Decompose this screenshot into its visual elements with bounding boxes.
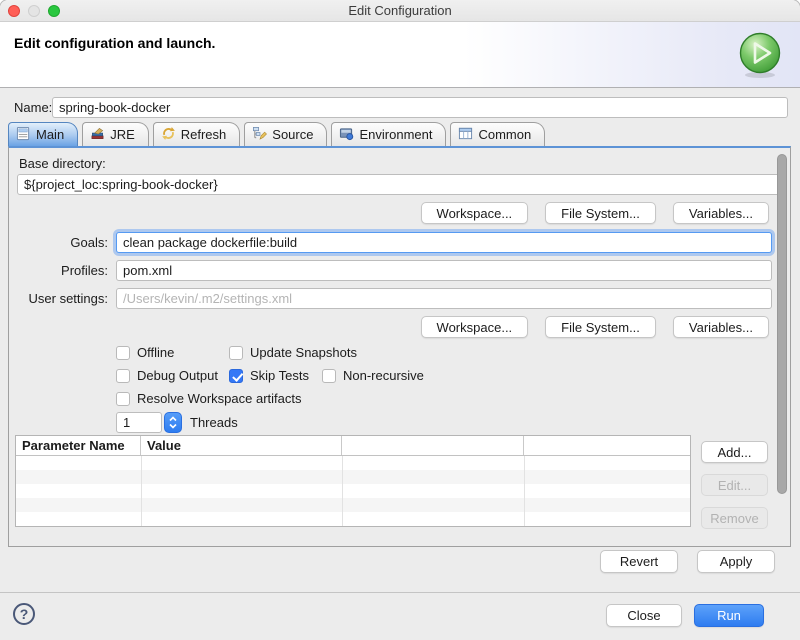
main-tab-panel: Base directory: Workspace... File System…: [8, 146, 791, 547]
close-button[interactable]: Close: [606, 604, 682, 627]
tab-bar: Main JRE Refresh Source Environment: [8, 122, 549, 146]
threads-label: Threads: [190, 415, 238, 430]
column-header-empty[interactable]: [342, 436, 524, 455]
workspace-button[interactable]: Workspace...: [421, 202, 529, 224]
checkbox-update-snapshots[interactable]: Update Snapshots: [229, 345, 357, 360]
apply-button[interactable]: Apply: [697, 550, 775, 573]
tab-common[interactable]: Common: [450, 122, 545, 146]
user-settings-label: User settings:: [9, 291, 108, 306]
parameter-table-body: [16, 456, 690, 526]
table-row[interactable]: [16, 470, 690, 484]
name-label: Name:: [14, 100, 52, 115]
user-settings-buttons: Workspace... File System... Variables...: [421, 316, 769, 338]
goals-input[interactable]: [116, 232, 772, 253]
user-settings-input[interactable]: [116, 288, 772, 309]
table-row[interactable]: [16, 456, 690, 470]
table-icon: [458, 126, 473, 144]
checkbox-icon: [116, 346, 130, 360]
window-title: Edit Configuration: [0, 3, 800, 18]
column-header-parameter-name[interactable]: Parameter Name: [16, 436, 141, 455]
parameter-table-header: Parameter Name Value: [16, 436, 690, 456]
name-input[interactable]: [52, 97, 788, 118]
tab-main[interactable]: Main: [8, 122, 78, 146]
source-icon: [252, 126, 267, 144]
tab-refresh-label: Refresh: [181, 127, 227, 142]
checkbox-debug-output[interactable]: Debug Output: [116, 368, 218, 383]
tab-environment[interactable]: Environment: [331, 122, 446, 146]
environment-icon: [339, 126, 354, 144]
refresh-icon: [161, 126, 176, 144]
library-icon: [90, 126, 105, 144]
add-button[interactable]: Add...: [701, 441, 768, 463]
checkbox-label: Resolve Workspace artifacts: [137, 391, 302, 406]
goals-label: Goals:: [9, 235, 108, 250]
table-row[interactable]: [16, 498, 690, 512]
checkbox-checked-icon: [229, 369, 243, 383]
parameter-table[interactable]: Parameter Name Value: [15, 435, 691, 527]
tab-main-label: Main: [36, 127, 64, 142]
checkbox-icon: [116, 392, 130, 406]
tab-source[interactable]: Source: [244, 122, 327, 146]
checkbox-label: Offline: [137, 345, 174, 360]
file-system-button[interactable]: File System...: [545, 202, 656, 224]
profiles-label: Profiles:: [9, 263, 108, 278]
tab-environment-label: Environment: [359, 127, 432, 142]
table-row[interactable]: [16, 512, 690, 526]
threads-input[interactable]: [116, 412, 162, 433]
edit-configuration-dialog: Edit Configuration Edit configuration an…: [0, 0, 800, 640]
form-icon: [16, 126, 31, 144]
footer-bar: ? Close Run: [0, 592, 800, 640]
remove-button[interactable]: Remove: [701, 507, 768, 529]
edit-button[interactable]: Edit...: [701, 474, 768, 496]
title-bar: Edit Configuration: [0, 0, 800, 22]
variables-button[interactable]: Variables...: [673, 316, 769, 338]
stepper-icon[interactable]: [164, 412, 182, 433]
checkbox-offline[interactable]: Offline: [116, 345, 174, 360]
tab-source-label: Source: [272, 127, 313, 142]
vertical-scrollbar[interactable]: [777, 154, 787, 494]
checkbox-icon: [229, 346, 243, 360]
checkbox-resolve-workspace-artifacts[interactable]: Resolve Workspace artifacts: [116, 391, 302, 406]
tab-jre-label: JRE: [110, 127, 135, 142]
checkbox-label: Non-recursive: [343, 368, 424, 383]
base-directory-label: Base directory:: [19, 156, 106, 171]
checkbox-label: Skip Tests: [250, 368, 309, 383]
run-configuration-icon: [736, 30, 784, 80]
revert-button[interactable]: Revert: [600, 550, 678, 573]
help-icon[interactable]: ?: [13, 603, 35, 625]
file-system-button[interactable]: File System...: [545, 316, 656, 338]
checkbox-non-recursive[interactable]: Non-recursive: [322, 368, 424, 383]
profiles-input[interactable]: [116, 260, 772, 281]
threads-spinner: [116, 412, 182, 433]
checkbox-icon: [116, 369, 130, 383]
variables-button[interactable]: Variables...: [673, 202, 769, 224]
checkbox-label: Debug Output: [137, 368, 218, 383]
checkbox-icon: [322, 369, 336, 383]
base-directory-input[interactable]: [17, 174, 783, 195]
checkbox-label: Update Snapshots: [250, 345, 357, 360]
tab-common-label: Common: [478, 127, 531, 142]
workspace-button[interactable]: Workspace...: [421, 316, 529, 338]
tab-refresh[interactable]: Refresh: [153, 122, 241, 146]
column-header-value[interactable]: Value: [141, 436, 342, 455]
header-message: Edit configuration and launch.: [14, 35, 215, 51]
base-directory-buttons: Workspace... File System... Variables...: [421, 202, 769, 224]
tab-jre[interactable]: JRE: [82, 122, 149, 146]
run-button[interactable]: Run: [694, 604, 764, 627]
checkbox-skip-tests[interactable]: Skip Tests: [229, 368, 309, 383]
table-row[interactable]: [16, 484, 690, 498]
header-banner: Edit configuration and launch.: [0, 22, 800, 88]
